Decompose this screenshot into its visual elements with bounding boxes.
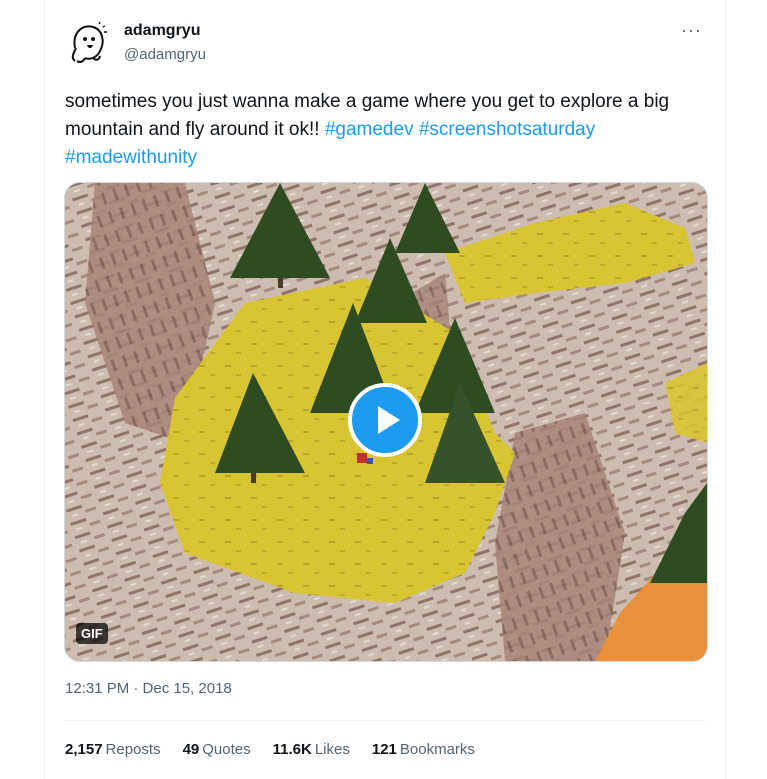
stat-count: 2,157 [65, 741, 103, 758]
avatar[interactable] [63, 18, 111, 66]
hashtag-gamedev[interactable]: #gamedev [325, 119, 414, 140]
stat-count: 49 [182, 741, 200, 758]
tweet-text: sometimes you just wanna make a game whe… [65, 88, 705, 172]
doodle-face-avatar [63, 18, 111, 66]
stat-bookmarks[interactable]: 121 Bookmarks [372, 741, 475, 758]
play-button[interactable] [348, 383, 422, 457]
stat-label: Reposts [105, 741, 161, 758]
play-icon [378, 406, 400, 434]
tweet-card: adamgryu @adamgryu ··· sometimes you jus… [44, 0, 726, 779]
author-handle[interactable]: @adamgryu [124, 46, 206, 63]
tweet-timestamp[interactable]: 12:31 PM · Dec 15, 2018 [65, 680, 232, 697]
hashtag-madewithunity[interactable]: #madewithunity [65, 147, 197, 168]
gif-badge: GIF [76, 623, 108, 644]
stat-quotes[interactable]: 49 Quotes [183, 741, 251, 758]
divider [65, 720, 705, 721]
stat-count: 11.6K [272, 741, 312, 758]
stat-count: 121 [371, 741, 397, 758]
author-name[interactable]: adamgryu [124, 22, 200, 40]
tweet-stats: 2,157 Reposts 49 Quotes 11.6K Likes 121 Book… [65, 741, 475, 758]
stat-reposts[interactable]: 2,157 Reposts [65, 741, 161, 758]
stat-label: Likes [314, 741, 350, 758]
gif-media[interactable]: GIF [64, 182, 708, 662]
stat-label: Bookmarks [399, 741, 475, 758]
stat-likes[interactable]: 11.6K Likes [273, 741, 350, 758]
stat-label: Quotes [202, 741, 251, 758]
more-horizontal-icon[interactable]: ··· [681, 20, 702, 41]
hashtag-screenshotsaturday[interactable]: #screenshotsaturday [419, 119, 595, 140]
